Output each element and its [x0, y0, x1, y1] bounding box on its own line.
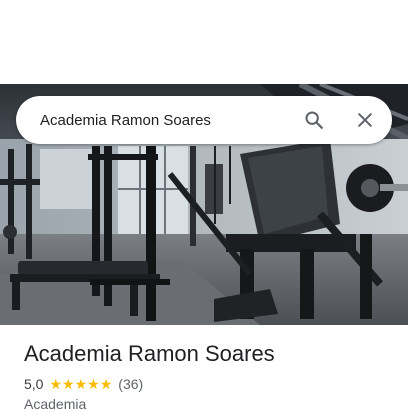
review-count[interactable]: (36) — [118, 376, 143, 392]
star-icon: ★ — [87, 376, 100, 392]
rating-row[interactable]: 5,0 ★ ★ ★ ★ ★ (36) — [24, 376, 143, 392]
search-icon — [305, 111, 323, 129]
place-category: Academia — [24, 396, 87, 412]
search-box[interactable] — [16, 96, 392, 144]
star-icon: ★ — [62, 376, 75, 392]
star-icon: ★ — [49, 376, 63, 392]
close-button[interactable] — [353, 108, 377, 132]
rating-stars: ★ ★ ★ ★ ★ — [49, 377, 112, 391]
search-input[interactable] — [40, 111, 288, 129]
star-icon: ★ — [74, 376, 88, 392]
rating-value: 5,0 — [24, 376, 44, 392]
search-button[interactable] — [302, 108, 326, 132]
place-title: Academia Ramon Soares — [24, 341, 275, 366]
star-icon: ★ — [99, 376, 113, 392]
close-icon — [358, 113, 372, 127]
